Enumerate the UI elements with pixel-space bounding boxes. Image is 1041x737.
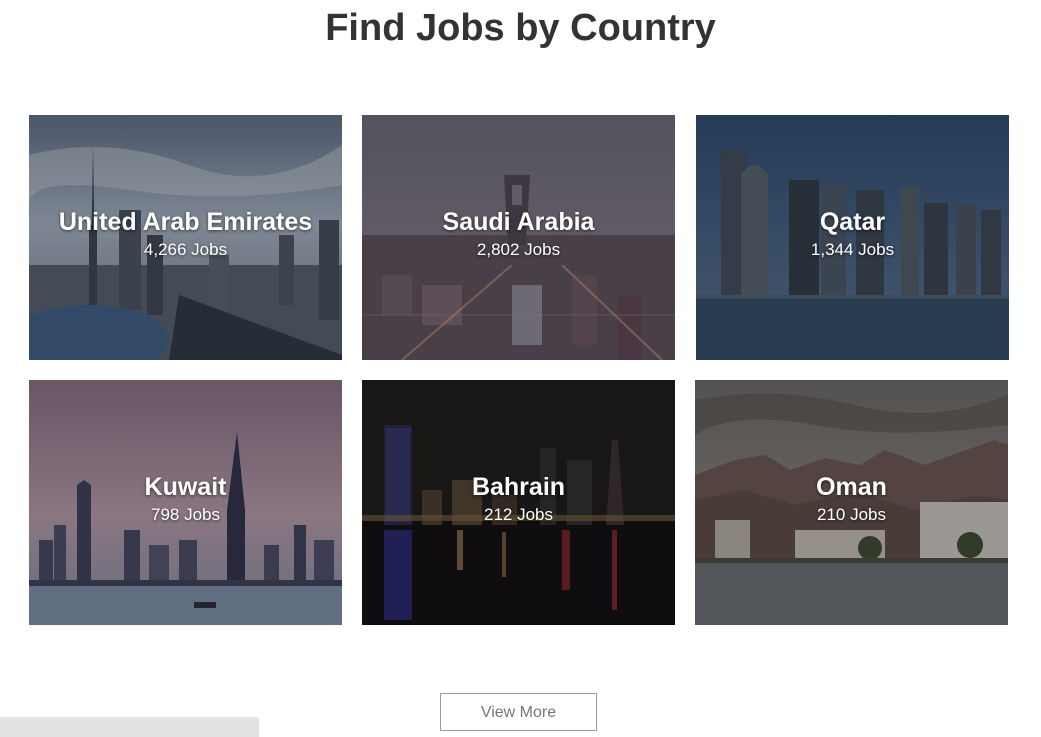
country-name: Qatar xyxy=(819,208,886,236)
job-count: 212 Jobs xyxy=(484,505,553,524)
page: Find Jobs by Country United Arab Emirate… xyxy=(0,0,1041,737)
bottom-bar xyxy=(0,717,259,737)
job-count: 210 Jobs xyxy=(817,505,886,524)
country-name: Saudi Arabia xyxy=(442,208,595,236)
page-title: Find Jobs by Country xyxy=(325,7,716,49)
country-card-qatar[interactable]: Qatar 1,344 Jobs xyxy=(696,115,1009,360)
country-card-oman[interactable]: Oman 210 Jobs xyxy=(695,380,1008,625)
country-name: Bahrain xyxy=(471,473,566,501)
job-count: 2,802 Jobs xyxy=(476,240,561,259)
country-card-saudi-arabia[interactable]: Saudi Arabia 2,802 Jobs xyxy=(362,115,675,360)
view-more-button[interactable]: View More xyxy=(440,693,597,731)
job-count: 4,266 Jobs xyxy=(143,240,228,259)
country-name: United Arab Emirates xyxy=(58,208,313,236)
country-card-bahrain[interactable]: Bahrain 212 Jobs xyxy=(362,380,675,625)
country-card-kuwait[interactable]: Kuwait 798 Jobs xyxy=(29,380,342,625)
country-name: Oman xyxy=(816,473,887,501)
job-count: 1,344 Jobs xyxy=(810,240,895,259)
country-card-uae[interactable]: United Arab Emirates 4,266 Jobs xyxy=(29,115,342,360)
country-name: Kuwait xyxy=(144,473,227,501)
job-count: 798 Jobs xyxy=(151,505,220,524)
